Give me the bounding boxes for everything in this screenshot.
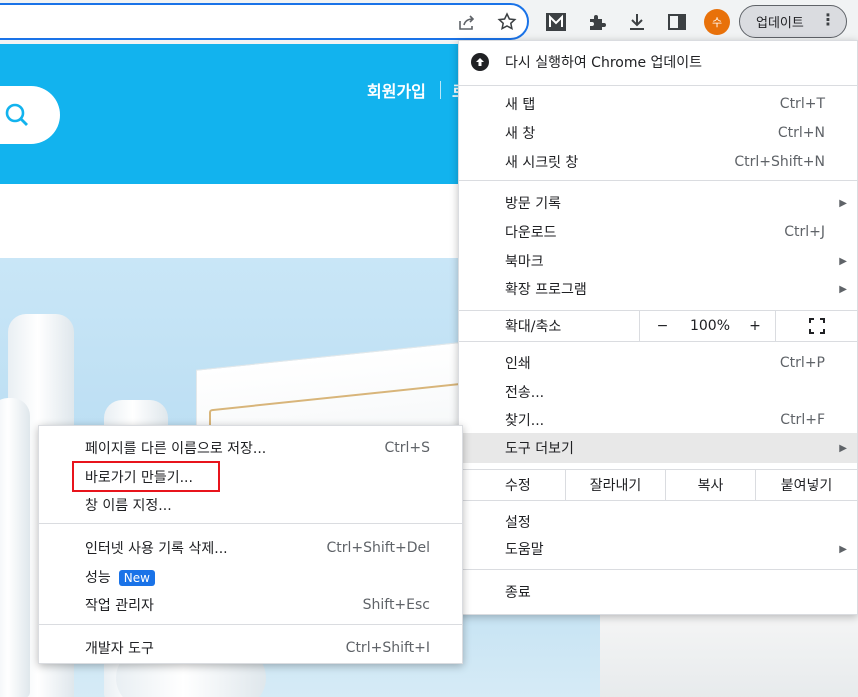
menu-item-history[interactable]: 방문 기록 ▶ bbox=[459, 189, 857, 217]
menu-item-exit[interactable]: 종료 bbox=[459, 578, 857, 606]
copy-button[interactable]: 복사 bbox=[665, 470, 755, 500]
menu-separator bbox=[39, 523, 462, 524]
menu-separator bbox=[459, 85, 857, 86]
menu-item-cast[interactable]: 전송... bbox=[459, 378, 857, 406]
fullscreen-icon[interactable] bbox=[775, 311, 857, 341]
update-button-label: 업데이트 bbox=[756, 16, 804, 31]
submenu-arrow-icon: ▶ bbox=[839, 283, 847, 295]
menu-shortcut: Ctrl+Shift+Del bbox=[326, 540, 430, 556]
update-arrow-icon bbox=[471, 53, 489, 71]
menu-item-downloads[interactable]: 다운로드 Ctrl+J bbox=[459, 218, 857, 246]
menu-label: 종료 bbox=[505, 585, 531, 601]
menu-label: 성능 New bbox=[85, 567, 155, 587]
menu-item-name-window[interactable]: 창 이름 지정... bbox=[39, 491, 462, 519]
menu-item-performance[interactable]: 성능 New bbox=[39, 563, 462, 591]
submenu-arrow-icon: ▶ bbox=[839, 255, 847, 267]
download-icon[interactable] bbox=[623, 8, 651, 36]
menu-item-task-manager[interactable]: 작업 관리자 Shift+Esc bbox=[39, 591, 462, 619]
menu-shortcut: Ctrl+N bbox=[777, 125, 825, 141]
menu-label: 도구 더보기 bbox=[505, 441, 574, 457]
submenu-arrow-icon: ▶ bbox=[839, 197, 847, 209]
menu-label: 인쇄 bbox=[505, 356, 531, 372]
chrome-main-menu: 다시 실행하여 Chrome 업데이트 새 탭 Ctrl+T 새 창 Ctrl+… bbox=[458, 40, 858, 615]
menu-shortcut: Ctrl+J bbox=[784, 224, 825, 240]
menu-shortcut: Ctrl+F bbox=[780, 412, 825, 428]
menu-label: 전송... bbox=[505, 385, 545, 401]
paste-button[interactable]: 붙여넣기 bbox=[755, 470, 857, 500]
performance-label: 성능 bbox=[85, 570, 111, 586]
menu-item-extensions[interactable]: 확장 프로그램 ▶ bbox=[459, 275, 857, 303]
menu-item-more-tools[interactable]: 도구 더보기 ▶ bbox=[459, 433, 857, 463]
menu-separator bbox=[459, 180, 857, 181]
menu-label: 설정 bbox=[505, 515, 531, 531]
menu-row-zoom: 확대/축소 − 100% + bbox=[459, 311, 857, 341]
menu-item-clear-browsing-data[interactable]: 인터넷 사용 기록 삭제... Ctrl+Shift+Del bbox=[39, 534, 462, 562]
menu-label: 확대/축소 bbox=[505, 319, 562, 335]
zoom-level: 100% bbox=[689, 318, 731, 334]
menu-item-save-page-as[interactable]: 페이지를 다른 이름으로 저장... Ctrl+S bbox=[39, 434, 462, 462]
menu-label: 찾기... bbox=[505, 413, 545, 429]
bookmark-star-icon[interactable] bbox=[493, 8, 521, 36]
signup-link[interactable]: 회원가입 bbox=[367, 78, 426, 102]
extensions-puzzle-icon[interactable] bbox=[583, 8, 611, 36]
submenu-arrow-icon: ▶ bbox=[839, 543, 847, 555]
highlight-outline bbox=[72, 461, 220, 492]
menu-item-new-tab[interactable]: 새 탭 Ctrl+T bbox=[459, 90, 857, 118]
new-badge: New bbox=[118, 570, 155, 586]
menu-label: 수정 bbox=[505, 478, 531, 494]
menu-shortcut: Ctrl+Shift+I bbox=[345, 640, 430, 656]
menu-item-settings[interactable]: 설정 bbox=[459, 508, 857, 536]
menu-item-new-window[interactable]: 새 창 Ctrl+N bbox=[459, 119, 857, 147]
menu-label: 확장 프로그램 bbox=[505, 282, 587, 298]
menu-item-help[interactable]: 도움말 ▶ bbox=[459, 535, 857, 563]
more-vert-icon: ⋮ bbox=[820, 10, 836, 29]
menu-item-find[interactable]: 찾기... Ctrl+F bbox=[459, 406, 857, 434]
submenu-arrow-icon: ▶ bbox=[839, 442, 847, 454]
menu-label: 다운로드 bbox=[505, 225, 557, 241]
menu-item-print[interactable]: 인쇄 Ctrl+P bbox=[459, 349, 857, 377]
menu-shortcut: Ctrl+S bbox=[384, 440, 430, 456]
menu-label: 새 시크릿 창 bbox=[505, 155, 579, 171]
menu-label: 새 탭 bbox=[505, 97, 536, 113]
update-menu-button[interactable]: 업데이트 ⋮ bbox=[739, 5, 847, 38]
menu-item-developer-tools[interactable]: 개발자 도구 Ctrl+Shift+I bbox=[39, 634, 462, 662]
menu-label: 북마크 bbox=[505, 254, 544, 270]
menu-shortcut: Ctrl+Shift+N bbox=[734, 154, 825, 170]
search-icon bbox=[5, 103, 28, 126]
menu-shortcut: Ctrl+P bbox=[779, 355, 825, 371]
zoom-out-button[interactable]: − bbox=[639, 311, 685, 341]
menu-label: 작업 관리자 bbox=[85, 598, 154, 614]
menu-label: 다시 실행하여 Chrome 업데이트 bbox=[505, 55, 703, 71]
address-bar[interactable] bbox=[0, 3, 529, 40]
menu-label: 인터넷 사용 기록 삭제... bbox=[85, 541, 228, 557]
menu-shortcut: Shift+Esc bbox=[362, 597, 430, 613]
product-bottle bbox=[0, 398, 30, 697]
share-icon[interactable] bbox=[453, 8, 481, 36]
menu-label: 페이지를 다른 이름으로 저장... bbox=[85, 441, 267, 457]
extension-m-icon[interactable] bbox=[542, 8, 570, 36]
cut-button[interactable]: 잘라내기 bbox=[565, 470, 665, 500]
menu-separator bbox=[459, 500, 857, 501]
profile-avatar[interactable]: 수 bbox=[704, 9, 730, 35]
site-search-box[interactable] bbox=[0, 86, 60, 144]
menu-label: 개발자 도구 bbox=[85, 641, 154, 657]
menu-label: 방문 기록 bbox=[505, 196, 561, 212]
menu-label: 창 이름 지정... bbox=[85, 498, 172, 514]
menu-shortcut: Ctrl+T bbox=[779, 96, 825, 112]
menu-item-incognito[interactable]: 새 시크릿 창 Ctrl+Shift+N bbox=[459, 148, 857, 176]
zoom-in-button[interactable]: + bbox=[735, 311, 775, 341]
menu-label: 새 창 bbox=[505, 126, 536, 142]
menu-row-edit: 수정 잘라내기 복사 붙여넣기 bbox=[459, 470, 857, 500]
menu-label: 도움말 bbox=[505, 542, 544, 558]
more-tools-submenu: 페이지를 다른 이름으로 저장... Ctrl+S 바로가기 만들기... 창 … bbox=[38, 425, 463, 664]
side-panel-icon[interactable] bbox=[663, 8, 691, 36]
menu-separator bbox=[459, 341, 857, 342]
menu-separator bbox=[39, 624, 462, 625]
browser-toolbar: 수 업데이트 ⋮ bbox=[0, 0, 858, 44]
menu-item-bookmarks[interactable]: 북마크 ▶ bbox=[459, 247, 857, 275]
menu-separator bbox=[459, 569, 857, 570]
header-divider bbox=[440, 81, 441, 99]
menu-item-update-chrome[interactable]: 다시 실행하여 Chrome 업데이트 bbox=[459, 48, 857, 76]
